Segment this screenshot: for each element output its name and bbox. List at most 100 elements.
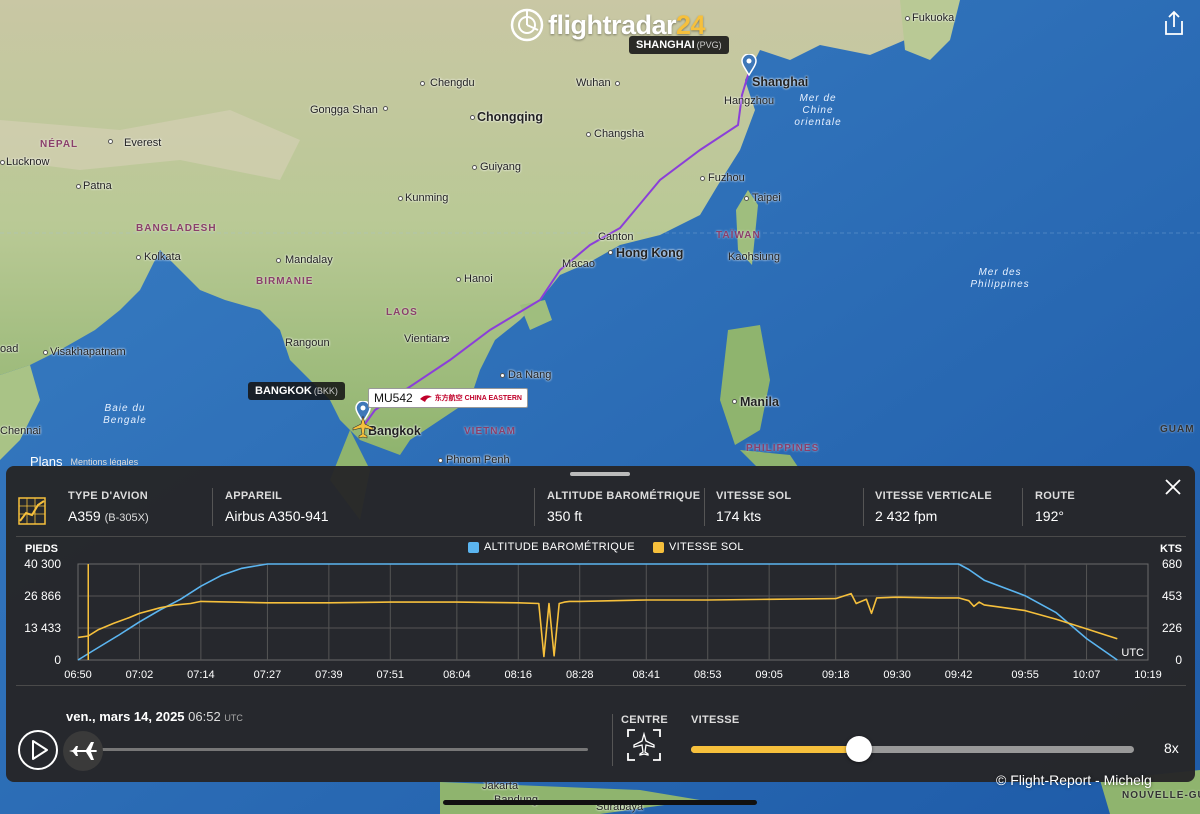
aircraft-type-label: TYPE D'AVION [68, 490, 148, 502]
place-label: Da Nang [508, 369, 552, 381]
city-dot [0, 160, 5, 165]
place-label: Canton [598, 231, 634, 243]
centre-label: CENTRE [621, 714, 669, 726]
x-tick-label: 07:51 [377, 669, 405, 681]
legal-link[interactable]: Mentions légales [71, 457, 139, 467]
city-dot [76, 184, 81, 189]
speed-slider-thumb[interactable] [846, 736, 873, 762]
altitude-speed-chart[interactable]: 0 13 433 26 866 40 300 0 226 453 680 06:50 07:02 0… [6, 554, 1195, 686]
city-dot [586, 132, 591, 137]
home-indicator[interactable] [443, 800, 757, 805]
mountain-icon [383, 106, 388, 111]
place-label: Hong Kong [616, 246, 684, 260]
aircraft-icon[interactable] [352, 415, 374, 439]
divider [16, 685, 1186, 686]
centre-button[interactable] [626, 728, 662, 762]
flight-callout[interactable]: MU542 东方航空 CHINA EASTERN [368, 388, 528, 408]
city-dot [470, 115, 475, 120]
destination-code: (PVG) [696, 40, 722, 50]
x-tick-label: 10:19 [1134, 669, 1162, 681]
logo-text: flightradar [548, 9, 677, 40]
place-label: Kaohsiung [728, 251, 780, 263]
country-label: BANGLADESH [136, 223, 217, 234]
y-right-tick-label: 0 [1175, 653, 1182, 667]
place-label: Changsha [594, 128, 645, 140]
chart-legend: ALTITUDE BAROMÉTRIQUE VITESSE SOL [468, 541, 744, 553]
x-tick-label: 08:41 [633, 669, 661, 681]
x-tick-label: 09:30 [883, 669, 911, 681]
legend-swatch [652, 541, 664, 553]
sea-label: Mer de Chine orientale [794, 93, 842, 128]
playback-time: 06:52 [188, 709, 221, 724]
city-dot [608, 250, 613, 255]
place-label: Hangzhou [724, 95, 775, 107]
play-button[interactable] [18, 730, 58, 770]
place-label: Macao [562, 258, 596, 270]
x-axis-unit: UTC [1121, 647, 1144, 659]
speed-label: VITESSE [691, 714, 740, 726]
x-tick-label: 09:55 [1011, 669, 1039, 681]
panel-grabber[interactable] [570, 472, 630, 476]
place-label: Kunming [405, 192, 449, 204]
ground-speed-field: VITESSE SOL 174 kts [716, 490, 791, 524]
city-dot [276, 258, 281, 263]
playback-datetime: ven., mars 14, 2025 06:52 UTC [66, 709, 243, 724]
origin-airport-tag[interactable]: BANGKOK (BKK) [248, 382, 345, 400]
place-label: Guiyang [480, 161, 521, 173]
aircraft-model-label: APPAREIL [225, 490, 283, 502]
divider [863, 488, 864, 526]
x-tick-label: 09:05 [755, 669, 783, 681]
place-label: Manila [740, 395, 779, 409]
timeline-thumb[interactable] [63, 731, 104, 771]
x-tick-label: 08:04 [443, 669, 471, 681]
country-label: BIRMANIE [256, 276, 314, 287]
speed-value: 8x [1164, 740, 1179, 756]
x-tick-label: 06:50 [64, 669, 92, 681]
place-label: Chengdu [430, 77, 475, 89]
origin-code: (BKK) [313, 386, 338, 396]
share-icon [1165, 10, 1183, 35]
place-label: Visakhapatnam [50, 346, 126, 358]
heading-label: ROUTE [1035, 490, 1075, 502]
city-dot [420, 81, 425, 86]
speed-slider-track[interactable] [691, 746, 1134, 753]
x-tick-label: 07:39 [315, 669, 343, 681]
city-dot [398, 196, 403, 201]
divider [1022, 488, 1023, 526]
country-label: NOUVELLE-GUINÉE [1122, 790, 1200, 801]
origin-name: BANGKOK [255, 385, 312, 397]
place-label: Lucknow [6, 156, 50, 168]
aircraft-type-field: TYPE D'AVION A359 (B-305X) [68, 490, 149, 524]
vertical-speed-label: VITESSE VERTICALE [875, 490, 992, 502]
country-label: LAOS [386, 307, 418, 318]
city-dot [905, 16, 910, 21]
x-tick-label: 07:14 [187, 669, 215, 681]
legend-item-speed: VITESSE SOL [652, 541, 744, 553]
x-tick-label: 09:42 [945, 669, 973, 681]
share-button[interactable] [1162, 10, 1186, 36]
destination-airport-tag[interactable]: SHANGHAI (PVG) [629, 36, 729, 54]
playback-date: ven., mars 14, 2025 [66, 709, 185, 724]
y-left-tick-label: 13 433 [24, 621, 61, 635]
x-tick-label: 08:53 [694, 669, 722, 681]
country-label: PHILIPPINES [746, 443, 820, 454]
recenter-plane-icon [627, 729, 661, 761]
place-label: Chongqing [477, 110, 543, 124]
destination-pin-icon[interactable] [741, 54, 757, 76]
speed-series-line [77, 592, 1118, 658]
timeline-track[interactable] [78, 748, 588, 751]
radar-icon [510, 8, 544, 42]
y-left-tick-label: 26 866 [24, 589, 61, 603]
y-right-tick-label: 680 [1162, 557, 1182, 571]
x-tick-label: 07:27 [254, 669, 282, 681]
altitude-value: 350 ft [547, 508, 583, 524]
y-left-tick-label: 0 [54, 653, 61, 667]
place-label: oad [0, 343, 19, 355]
city-dot [744, 196, 749, 201]
divider [704, 488, 705, 526]
aircraft-model-value: Airbus A350-941 [225, 508, 329, 524]
chart-icon [18, 497, 46, 525]
x-tick-label: 09:18 [822, 669, 850, 681]
legend-swatch [468, 541, 479, 553]
place-label: Hanoi [464, 273, 493, 285]
